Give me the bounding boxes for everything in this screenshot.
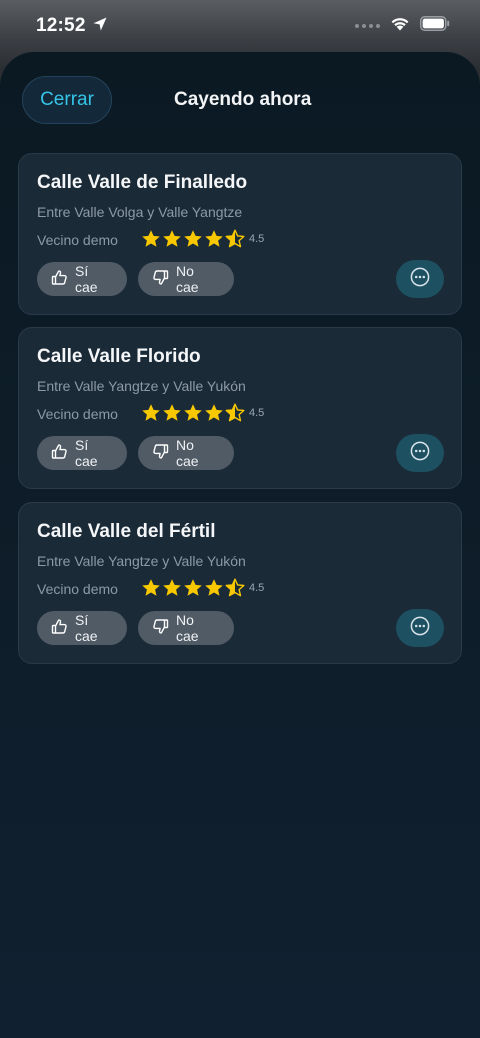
rating-value: 4.5 bbox=[249, 582, 265, 594]
star-icon bbox=[204, 578, 224, 598]
star-icon bbox=[141, 578, 161, 598]
vote-no-label: No cae bbox=[176, 263, 199, 295]
cellular-dots-icon bbox=[355, 24, 380, 28]
star-icon bbox=[141, 403, 161, 423]
battery-icon bbox=[420, 16, 450, 36]
more-options-button[interactable] bbox=[396, 260, 444, 298]
more-dots-icon bbox=[409, 440, 431, 467]
star-icon bbox=[141, 229, 161, 249]
card-title: Calle Valle del Fértil bbox=[37, 521, 216, 542]
report-card: Calle Valle del Fértil Entre Valle Yangt… bbox=[18, 502, 462, 664]
card-author: Vecino demo bbox=[37, 581, 118, 597]
star-icon bbox=[183, 403, 203, 423]
sheet: Cerrar Cayendo ahora Calle Valle de Fina… bbox=[0, 52, 480, 1038]
more-options-button[interactable] bbox=[396, 434, 444, 472]
thumbs-down-icon bbox=[152, 269, 169, 289]
card-subtitle: Entre Valle Yangtze y Valle Yukón bbox=[37, 378, 246, 394]
report-card: Calle Valle de Finalledo Entre Valle Vol… bbox=[18, 153, 462, 315]
thumbs-down-icon bbox=[152, 618, 169, 638]
vote-yes-label: Sí cae bbox=[75, 612, 98, 644]
vote-yes-label: Sí cae bbox=[75, 437, 98, 469]
rating-value: 4.5 bbox=[249, 233, 265, 245]
status-bar: 12:52 bbox=[0, 0, 480, 56]
star-icon bbox=[183, 229, 203, 249]
vote-no-button[interactable]: No cae bbox=[138, 262, 234, 296]
more-dots-icon bbox=[409, 615, 431, 642]
star-rating: 4.5 bbox=[141, 578, 264, 598]
card-subtitle: Entre Valle Volga y Valle Yangtze bbox=[37, 204, 243, 220]
card-title: Calle Valle de Finalledo bbox=[37, 172, 248, 193]
status-time: 12:52 bbox=[36, 15, 86, 36]
thumbs-up-icon bbox=[51, 443, 68, 463]
location-arrow-icon bbox=[92, 16, 108, 37]
more-options-button[interactable] bbox=[396, 609, 444, 647]
vote-yes-button[interactable]: Sí cae bbox=[37, 611, 127, 645]
close-button[interactable]: Cerrar bbox=[22, 76, 112, 124]
star-icon bbox=[162, 403, 182, 423]
star-rating: 4.5 bbox=[141, 403, 264, 423]
vote-no-label: No cae bbox=[176, 437, 199, 469]
vote-yes-button[interactable]: Sí cae bbox=[37, 436, 127, 470]
half-star-icon bbox=[225, 403, 245, 423]
star-icon bbox=[204, 229, 224, 249]
card-author: Vecino demo bbox=[37, 406, 118, 422]
report-card: Calle Valle Florido Entre Valle Yangtze … bbox=[18, 327, 462, 489]
star-icon bbox=[183, 578, 203, 598]
wifi-icon bbox=[390, 16, 410, 36]
half-star-icon bbox=[225, 578, 245, 598]
thumbs-up-icon bbox=[51, 269, 68, 289]
star-icon bbox=[204, 403, 224, 423]
star-rating: 4.5 bbox=[141, 229, 264, 249]
status-right bbox=[355, 16, 450, 36]
vote-no-label: No cae bbox=[176, 612, 199, 644]
vote-no-button[interactable]: No cae bbox=[138, 436, 234, 470]
thumbs-up-icon bbox=[51, 618, 68, 638]
card-author: Vecino demo bbox=[37, 232, 118, 248]
star-icon bbox=[162, 229, 182, 249]
half-star-icon bbox=[225, 229, 245, 249]
vote-yes-button[interactable]: Sí cae bbox=[37, 262, 127, 296]
rating-value: 4.5 bbox=[249, 407, 265, 419]
card-subtitle: Entre Valle Yangtze y Valle Yukón bbox=[37, 553, 246, 569]
status-left: 12:52 bbox=[36, 15, 108, 37]
more-dots-icon bbox=[409, 266, 431, 293]
vote-yes-label: Sí cae bbox=[75, 263, 98, 295]
vote-no-button[interactable]: No cae bbox=[138, 611, 234, 645]
thumbs-down-icon bbox=[152, 443, 169, 463]
page-title: Cayendo ahora bbox=[174, 89, 312, 110]
card-title: Calle Valle Florido bbox=[37, 346, 201, 367]
star-icon bbox=[162, 578, 182, 598]
sheet-header: Cerrar Cayendo ahora bbox=[22, 76, 458, 124]
